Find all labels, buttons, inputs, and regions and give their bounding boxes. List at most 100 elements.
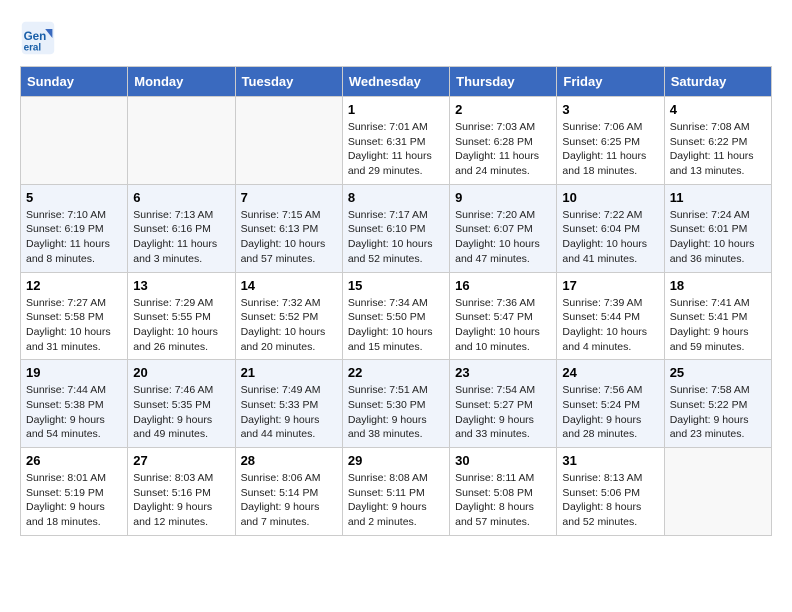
day-cell: 26 Sunrise: 8:01 AM Sunset: 5:19 PM Dayli… [21, 448, 128, 536]
day-cell [128, 97, 235, 185]
logo-icon: Gen eral [20, 20, 56, 56]
day-info: Sunrise: 7:17 AM Sunset: 6:10 PM Dayligh… [348, 208, 444, 267]
day-info: Sunrise: 7:27 AM Sunset: 5:58 PM Dayligh… [26, 296, 122, 355]
day-info: Sunrise: 7:56 AM Sunset: 5:24 PM Dayligh… [562, 383, 658, 442]
weekday-header-row: SundayMondayTuesdayWednesdayThursdayFrid… [21, 67, 772, 97]
day-info: Sunrise: 7:08 AM Sunset: 6:22 PM Dayligh… [670, 120, 766, 179]
day-info: Sunrise: 7:51 AM Sunset: 5:30 PM Dayligh… [348, 383, 444, 442]
day-info: Sunrise: 7:39 AM Sunset: 5:44 PM Dayligh… [562, 296, 658, 355]
day-info: Sunrise: 8:08 AM Sunset: 5:11 PM Dayligh… [348, 471, 444, 530]
day-info: Sunrise: 7:46 AM Sunset: 5:35 PM Dayligh… [133, 383, 229, 442]
day-cell: 15Sunrise: 7:34 AM Sunset: 5:50 PM Dayli… [342, 272, 449, 360]
day-info: Sunrise: 7:34 AM Sunset: 5:50 PM Dayligh… [348, 296, 444, 355]
day-info: Sunrise: 8:01 AM Sunset: 5:19 PM Dayligh… [26, 471, 122, 530]
day-info: Sunrise: 7:24 AM Sunset: 6:01 PM Dayligh… [670, 208, 766, 267]
day-info: Sunrise: 7:44 AM Sunset: 5:38 PM Dayligh… [26, 383, 122, 442]
day-cell: 28 Sunrise: 8:06 AM Sunset: 5:14 PM Dayli… [235, 448, 342, 536]
week-row-5: 26 Sunrise: 8:01 AM Sunset: 5:19 PM Dayli… [21, 448, 772, 536]
day-cell: 18 Sunrise: 7:41 AM Sunset: 5:41 PM Dayli… [664, 272, 771, 360]
day-info: Sunrise: 7:15 AM Sunset: 6:13 PM Dayligh… [241, 208, 337, 267]
day-cell: 17 Sunrise: 7:39 AM Sunset: 5:44 PM Dayli… [557, 272, 664, 360]
day-number: 8 [348, 190, 444, 205]
day-number: 27 [133, 453, 229, 468]
day-number: 23 [455, 365, 551, 380]
day-number: 5 [26, 190, 122, 205]
weekday-header-saturday: Saturday [664, 67, 771, 97]
day-info: Sunrise: 7:36 AM Sunset: 5:47 PM Dayligh… [455, 296, 551, 355]
day-number: 3 [562, 102, 658, 117]
day-number: 20 [133, 365, 229, 380]
day-info: Sunrise: 8:06 AM Sunset: 5:14 PM Dayligh… [241, 471, 337, 530]
day-number: 9 [455, 190, 551, 205]
day-cell: 19 Sunrise: 7:44 AM Sunset: 5:38 PM Dayli… [21, 360, 128, 448]
day-info: Sunrise: 8:03 AM Sunset: 5:16 PM Dayligh… [133, 471, 229, 530]
day-cell: 14Sunrise: 7:32 AM Sunset: 5:52 PM Dayli… [235, 272, 342, 360]
day-cell: 1 Sunrise: 7:01 AM Sunset: 6:31 PM Daylig… [342, 97, 449, 185]
day-cell: 22 Sunrise: 7:51 AM Sunset: 5:30 PM Dayli… [342, 360, 449, 448]
day-cell: 9 Sunrise: 7:20 AM Sunset: 6:07 PM Daylig… [450, 184, 557, 272]
day-cell: 29Sunrise: 8:08 AM Sunset: 5:11 PM Dayli… [342, 448, 449, 536]
day-cell: 27 Sunrise: 8:03 AM Sunset: 5:16 PM Dayli… [128, 448, 235, 536]
weekday-header-thursday: Thursday [450, 67, 557, 97]
day-cell [21, 97, 128, 185]
day-cell [664, 448, 771, 536]
day-number: 13 [133, 278, 229, 293]
day-info: Sunrise: 7:10 AM Sunset: 6:19 PM Dayligh… [26, 208, 122, 267]
day-cell: 16 Sunrise: 7:36 AM Sunset: 5:47 PM Dayli… [450, 272, 557, 360]
day-info: Sunrise: 7:06 AM Sunset: 6:25 PM Dayligh… [562, 120, 658, 179]
logo: Gen eral [20, 20, 62, 56]
day-number: 7 [241, 190, 337, 205]
weekday-header-sunday: Sunday [21, 67, 128, 97]
day-cell: 21 Sunrise: 7:49 AM Sunset: 5:33 PM Dayli… [235, 360, 342, 448]
day-info: Sunrise: 7:41 AM Sunset: 5:41 PM Dayligh… [670, 296, 766, 355]
day-cell: 10 Sunrise: 7:22 AM Sunset: 6:04 PM Dayli… [557, 184, 664, 272]
day-number: 22 [348, 365, 444, 380]
weekday-header-tuesday: Tuesday [235, 67, 342, 97]
day-info: Sunrise: 7:20 AM Sunset: 6:07 PM Dayligh… [455, 208, 551, 267]
svg-text:eral: eral [24, 43, 42, 54]
svg-text:Gen: Gen [24, 30, 47, 43]
day-number: 2 [455, 102, 551, 117]
day-number: 30 [455, 453, 551, 468]
day-cell: 12 Sunrise: 7:27 AM Sunset: 5:58 PM Dayli… [21, 272, 128, 360]
day-number: 12 [26, 278, 122, 293]
day-cell: 2 Sunrise: 7:03 AM Sunset: 6:28 PM Daylig… [450, 97, 557, 185]
calendar: SundayMondayTuesdayWednesdayThursdayFrid… [20, 66, 772, 536]
day-cell: 3 Sunrise: 7:06 AM Sunset: 6:25 PM Daylig… [557, 97, 664, 185]
day-number: 31 [562, 453, 658, 468]
weekday-header-friday: Friday [557, 67, 664, 97]
day-info: Sunrise: 7:03 AM Sunset: 6:28 PM Dayligh… [455, 120, 551, 179]
day-number: 11 [670, 190, 766, 205]
weekday-header-wednesday: Wednesday [342, 67, 449, 97]
day-cell: 30 Sunrise: 8:11 AM Sunset: 5:08 PM Dayli… [450, 448, 557, 536]
day-info: Sunrise: 7:49 AM Sunset: 5:33 PM Dayligh… [241, 383, 337, 442]
day-number: 1 [348, 102, 444, 117]
day-number: 17 [562, 278, 658, 293]
day-number: 16 [455, 278, 551, 293]
day-number: 21 [241, 365, 337, 380]
day-cell [235, 97, 342, 185]
day-number: 10 [562, 190, 658, 205]
day-cell: 5 Sunrise: 7:10 AM Sunset: 6:19 PM Daylig… [21, 184, 128, 272]
week-row-3: 12 Sunrise: 7:27 AM Sunset: 5:58 PM Dayli… [21, 272, 772, 360]
day-number: 18 [670, 278, 766, 293]
day-cell: 25 Sunrise: 7:58 AM Sunset: 5:22 PM Dayli… [664, 360, 771, 448]
day-number: 24 [562, 365, 658, 380]
header: Gen eral [20, 20, 772, 56]
day-cell: 23 Sunrise: 7:54 AM Sunset: 5:27 PM Dayli… [450, 360, 557, 448]
day-number: 26 [26, 453, 122, 468]
day-info: Sunrise: 8:11 AM Sunset: 5:08 PM Dayligh… [455, 471, 551, 530]
day-number: 25 [670, 365, 766, 380]
day-cell: 6Sunrise: 7:13 AM Sunset: 6:16 PM Daylig… [128, 184, 235, 272]
day-info: Sunrise: 7:54 AM Sunset: 5:27 PM Dayligh… [455, 383, 551, 442]
weekday-header-monday: Monday [128, 67, 235, 97]
day-info: Sunrise: 7:01 AM Sunset: 6:31 PM Dayligh… [348, 120, 444, 179]
day-cell: 4Sunrise: 7:08 AM Sunset: 6:22 PM Daylig… [664, 97, 771, 185]
day-number: 14 [241, 278, 337, 293]
day-cell: 24 Sunrise: 7:56 AM Sunset: 5:24 PM Dayli… [557, 360, 664, 448]
day-number: 19 [26, 365, 122, 380]
day-cell: 7 Sunrise: 7:15 AM Sunset: 6:13 PM Daylig… [235, 184, 342, 272]
day-info: Sunrise: 7:22 AM Sunset: 6:04 PM Dayligh… [562, 208, 658, 267]
day-number: 28 [241, 453, 337, 468]
day-info: Sunrise: 7:58 AM Sunset: 5:22 PM Dayligh… [670, 383, 766, 442]
